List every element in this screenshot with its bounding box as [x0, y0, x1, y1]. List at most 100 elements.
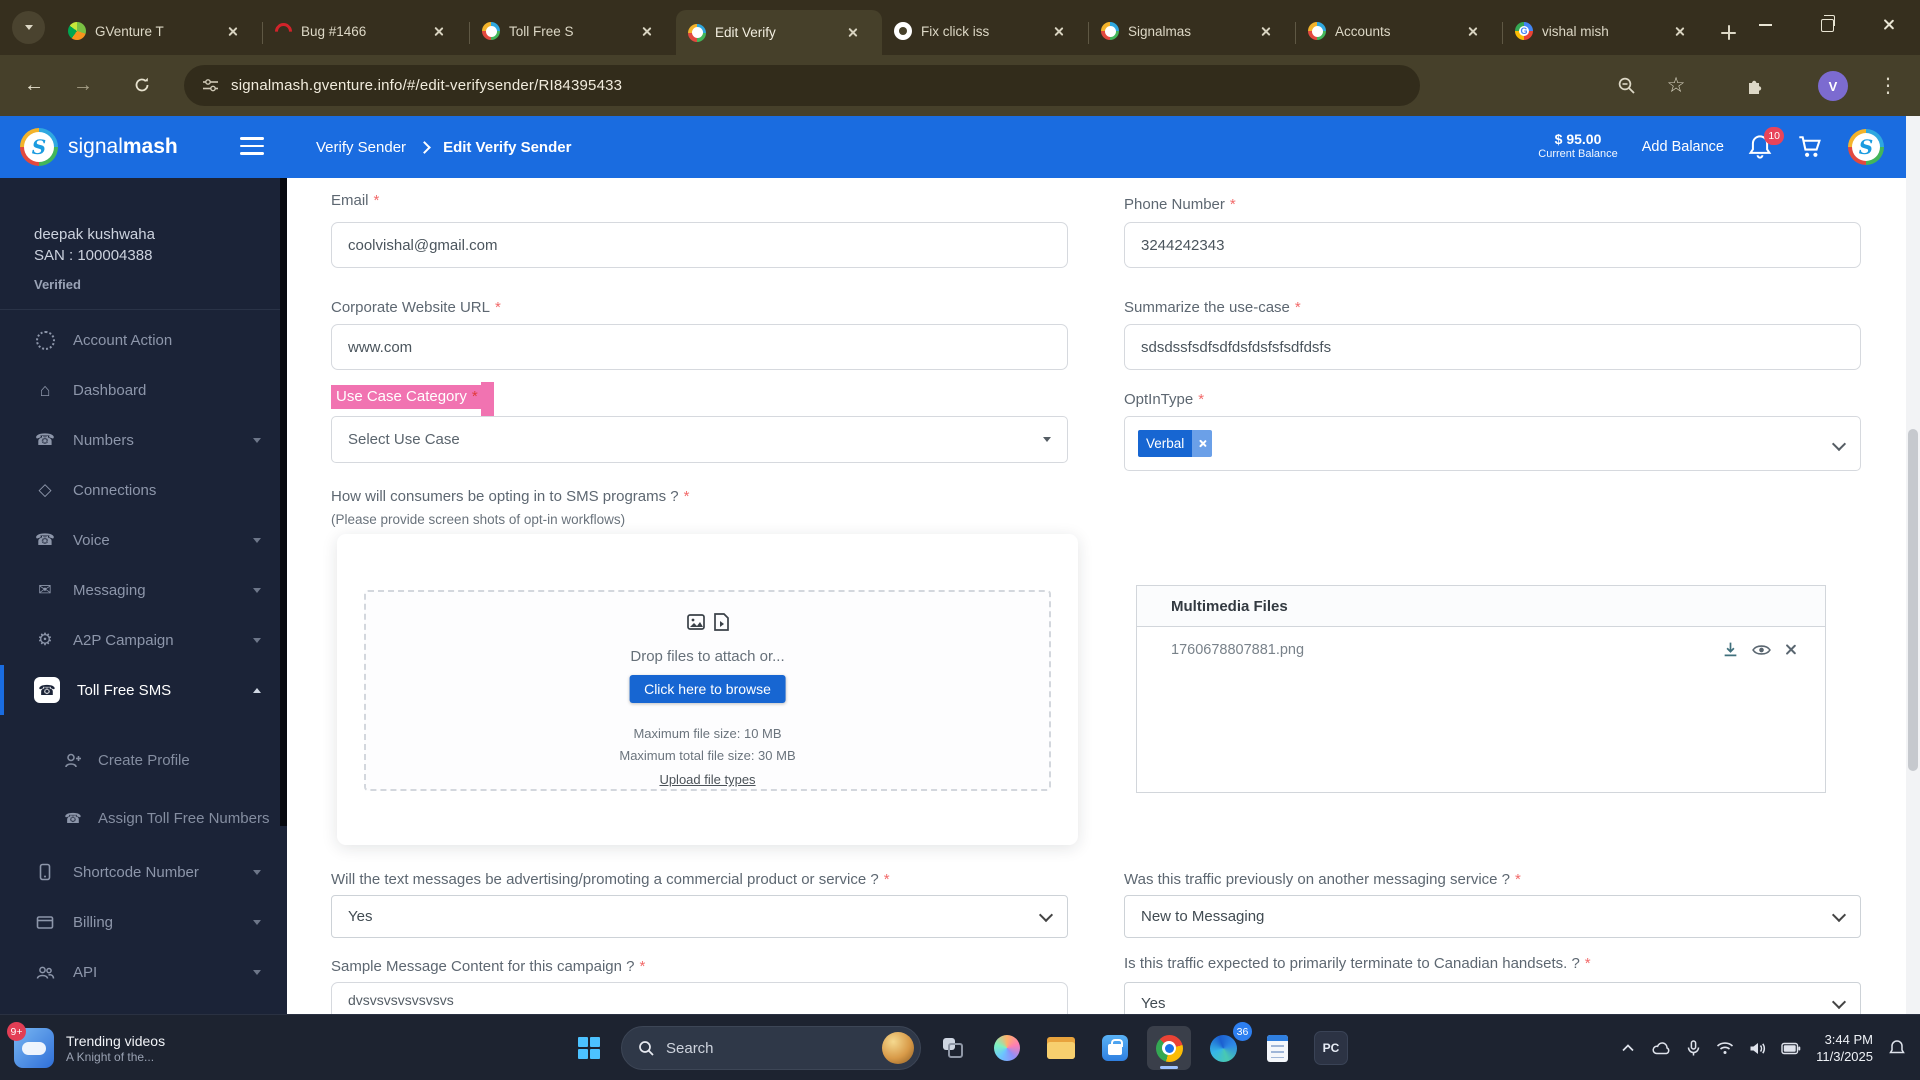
copilot-button[interactable]: [985, 1026, 1029, 1070]
edge-icon: [1209, 1034, 1237, 1062]
notification-center-icon[interactable]: [1888, 1039, 1906, 1057]
this-pc-button[interactable]: PC: [1309, 1026, 1353, 1070]
forward-button[interactable]: →: [67, 69, 99, 101]
usecase-select[interactable]: Select Use Case: [331, 416, 1068, 463]
maximize-button[interactable]: [1796, 0, 1858, 50]
sidebar-item-a2p-campaign[interactable]: ⚙ A2P Campaign: [0, 615, 287, 665]
sidebar-toggle-button[interactable]: [240, 137, 264, 155]
site-settings-icon[interactable]: [202, 77, 219, 94]
email-field[interactable]: [331, 222, 1068, 268]
battery-icon[interactable]: [1781, 1042, 1801, 1055]
phone-field[interactable]: [1124, 222, 1861, 268]
tab-tollfree[interactable]: Toll Free S: [470, 10, 676, 52]
task-view-icon: [943, 1038, 963, 1058]
edge-button[interactable]: 36: [1201, 1022, 1252, 1070]
sample-message-field[interactable]: dvsvsvsvsvsvsvs: [331, 982, 1068, 1014]
chevron-down-icon: [253, 919, 261, 925]
tab-close-icon[interactable]: [1669, 21, 1689, 41]
tab-search-button[interactable]: [12, 11, 45, 44]
main-content: Email* Corporate Website URL* Use Case C…: [287, 178, 1906, 1014]
tab-edit-verify-active[interactable]: Edit Verify: [676, 10, 882, 55]
tab-title: vishal mish: [1542, 23, 1609, 39]
previous-service-select[interactable]: New to Messaging: [1124, 895, 1861, 938]
tab-close-icon[interactable]: [1255, 21, 1275, 41]
sidebar-scrollbar[interactable]: [280, 178, 287, 826]
extensions-button[interactable]: [1738, 69, 1770, 101]
tab-close-icon[interactable]: [842, 23, 862, 43]
notepad-icon: [1266, 1034, 1288, 1062]
sidebar-item-numbers[interactable]: ☎ Numbers: [0, 415, 287, 465]
start-button[interactable]: [567, 1026, 611, 1070]
url-text[interactable]: signalmash.gventure.info/#/edit-verifyse…: [231, 77, 622, 94]
tab-signalmash[interactable]: Signalmas: [1089, 10, 1295, 52]
sidebar-item-connections[interactable]: ◇ Connections: [0, 465, 287, 515]
tab-close-icon[interactable]: [428, 21, 448, 41]
file-type-icons: [366, 612, 1049, 632]
download-icon[interactable]: [1722, 641, 1739, 658]
tab-close-icon[interactable]: [636, 21, 656, 41]
sidebar-item-api[interactable]: API: [0, 947, 287, 997]
optintype-multiselect[interactable]: Verbal: [1124, 416, 1861, 471]
microsoft-store-button[interactable]: [1093, 1026, 1137, 1070]
page-scrollbar[interactable]: [1906, 116, 1920, 1014]
tab-vishal[interactable]: vishal mish: [1503, 10, 1709, 52]
clock[interactable]: 3:44 PM 11/3/2025: [1816, 1031, 1873, 1065]
tab-gventure[interactable]: GVenture T: [56, 10, 262, 52]
taskbar-search[interactable]: [621, 1026, 921, 1070]
tray-chevron-up-icon[interactable]: [1620, 1041, 1636, 1055]
website-field[interactable]: [331, 324, 1068, 370]
profile-avatar[interactable]: V: [1818, 71, 1848, 101]
cart-button[interactable]: [1798, 135, 1824, 159]
task-view-button[interactable]: [931, 1026, 975, 1070]
file-explorer-button[interactable]: [1039, 1026, 1083, 1070]
summary-field[interactable]: [1124, 324, 1861, 370]
sidebar-item-assign-toll-free-numbers[interactable]: ☎ Assign Toll Free Numbers: [0, 789, 287, 847]
sidebar-item-shortcode-number[interactable]: Shortcode Number: [0, 847, 287, 897]
tab-close-icon[interactable]: [1048, 21, 1068, 41]
breadcrumb-parent[interactable]: Verify Sender: [316, 139, 406, 156]
address-bar[interactable]: signalmash.gventure.info/#/edit-verifyse…: [184, 65, 1420, 106]
wifi-icon[interactable]: [1716, 1041, 1734, 1055]
sidebar-item-create-profile[interactable]: Create Profile: [0, 731, 287, 789]
sidebar-item-messaging[interactable]: ✉ Messaging: [0, 565, 287, 615]
brand[interactable]: S signalmash: [20, 116, 178, 178]
notepad-button[interactable]: [1255, 1026, 1299, 1070]
back-button[interactable]: ←: [18, 69, 50, 101]
close-button[interactable]: [1858, 0, 1920, 50]
sidebar-item-billing[interactable]: Billing: [0, 897, 287, 947]
account-logo-icon[interactable]: S: [1848, 129, 1884, 165]
eye-icon[interactable]: [1752, 643, 1771, 657]
upload-file-types-link[interactable]: Upload file types: [366, 772, 1049, 787]
chrome-button[interactable]: [1147, 1026, 1191, 1070]
remove-file-icon[interactable]: [1784, 643, 1797, 656]
phone-label: Phone Number *: [1124, 196, 1236, 213]
tab-fix-click[interactable]: Fix click iss: [882, 10, 1088, 52]
tab-close-icon[interactable]: [1462, 21, 1482, 41]
scrollbar-thumb[interactable]: [1908, 429, 1918, 771]
advertising-select[interactable]: Yes: [331, 895, 1068, 938]
add-balance-button[interactable]: Add Balance: [1642, 139, 1724, 155]
microphone-icon[interactable]: [1686, 1039, 1701, 1057]
browse-button[interactable]: Click here to browse: [629, 675, 786, 703]
tab-bug[interactable]: Bug #1466: [263, 10, 469, 52]
widgets-button[interactable]: 9+ Trending videos A Knight of the...: [7, 1015, 165, 1080]
tab-close-icon[interactable]: [222, 21, 242, 41]
file-drop-zone[interactable]: Drop files to attach or... Click here to…: [364, 590, 1051, 791]
sidebar-item-toll-free-sms[interactable]: ☎ Toll Free SMS: [0, 665, 287, 715]
browser-menu-button[interactable]: ⋮: [1872, 69, 1904, 101]
reload-button[interactable]: [126, 69, 158, 101]
notifications-button[interactable]: 10: [1748, 127, 1784, 160]
sidebar-item-voice[interactable]: ☎ Voice: [0, 515, 287, 565]
sidebar-item-account-action[interactable]: Account Action: [0, 315, 287, 365]
canadian-select[interactable]: Yes: [1124, 982, 1861, 1014]
tab-accounts[interactable]: Accounts: [1296, 10, 1502, 52]
bookmark-button[interactable]: ☆: [1660, 69, 1692, 101]
minimize-button[interactable]: [1734, 0, 1796, 50]
cloud-icon[interactable]: [1651, 1041, 1671, 1056]
search-input[interactable]: [664, 1038, 872, 1058]
speaker-icon[interactable]: [1749, 1041, 1766, 1056]
tag-remove-icon[interactable]: [1192, 430, 1213, 457]
folder-icon: [1047, 1037, 1075, 1059]
zoom-button[interactable]: [1610, 69, 1642, 101]
sidebar-item-dashboard[interactable]: ⌂ Dashboard: [0, 365, 287, 415]
